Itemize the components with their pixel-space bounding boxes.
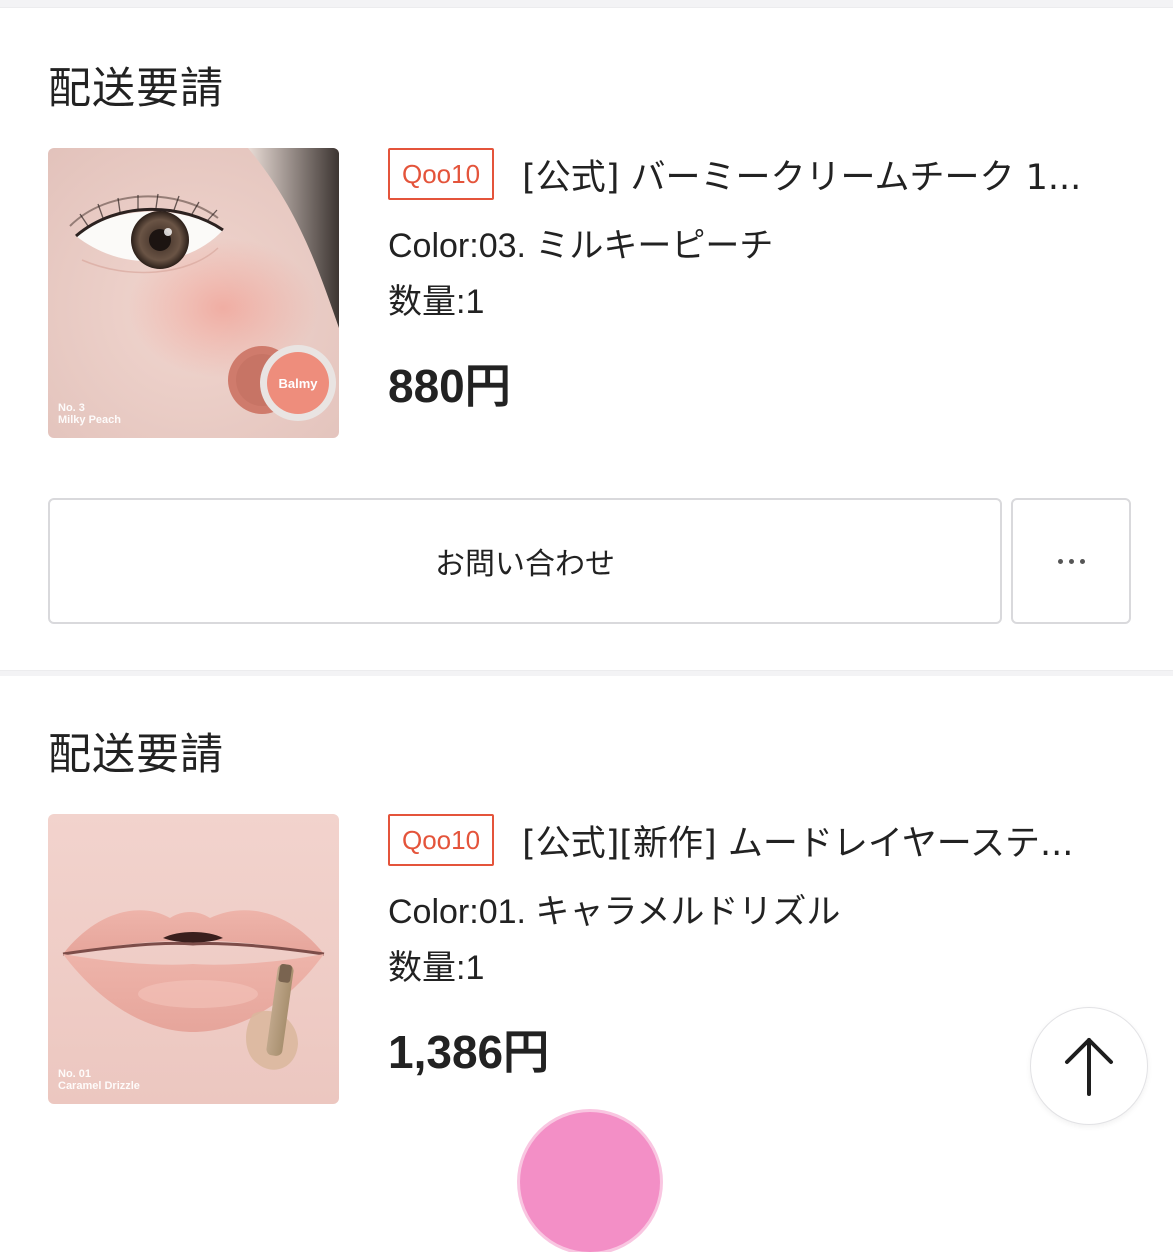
ellipsis-icon <box>1057 558 1085 564</box>
quantity: 数量:1 <box>388 949 485 987</box>
color-option: Color:03. ミルキーピーチ <box>388 227 774 265</box>
image-caption: No. 3 Milky Peach <box>58 402 121 426</box>
top-divider <box>0 0 1173 8</box>
image-caption: No. 01 Caramel Drizzle <box>58 1068 140 1092</box>
caption-line: Caramel Drizzle <box>58 1080 140 1092</box>
price: 880円 <box>388 360 511 412</box>
color-option: Color:01. キャラメルドリズル <box>388 893 841 931</box>
product-name[interactable]: [公式] バーミークリームチーク 1... <box>522 149 1081 200</box>
arrow-up-icon <box>1065 1038 1113 1096</box>
floating-action-button[interactable] <box>520 1112 660 1252</box>
inquiry-button[interactable]: お問い合わせ <box>48 498 1002 624</box>
section-divider <box>0 670 1173 676</box>
price: 1,386円 <box>388 1026 550 1078</box>
shop-badge: Qoo10 <box>388 814 495 866</box>
more-options-button[interactable] <box>1011 498 1131 624</box>
order-status: 配送要請 <box>48 64 224 114</box>
title-row[interactable]: Qoo10 [公式][新作] ムードレイヤーステ... <box>388 814 1128 866</box>
product-thumbnail[interactable]: No. 01 Caramel Drizzle <box>48 814 339 1104</box>
product-image-cheek: Balmy <box>48 148 339 438</box>
product-thumbnail[interactable]: Balmy No. 3 Milky Peach <box>48 148 339 438</box>
order-status: 配送要請 <box>48 730 224 780</box>
caption-line: No. 01 <box>58 1068 92 1080</box>
caption-line: Milky Peach <box>58 414 121 426</box>
product-image-lip <box>48 814 339 1104</box>
inquiry-button-label: お問い合わせ <box>435 547 615 582</box>
jar-label: Balmy <box>278 376 318 391</box>
scroll-to-top-button[interactable] <box>1030 1007 1148 1125</box>
quantity: 数量:1 <box>388 283 485 321</box>
caption-line: No. 3 <box>58 402 85 414</box>
title-row[interactable]: Qoo10 [公式] バーミークリームチーク 1... <box>388 148 1128 200</box>
shop-badge: Qoo10 <box>388 148 495 200</box>
product-name[interactable]: [公式][新作] ムードレイヤーステ... <box>522 815 1073 866</box>
